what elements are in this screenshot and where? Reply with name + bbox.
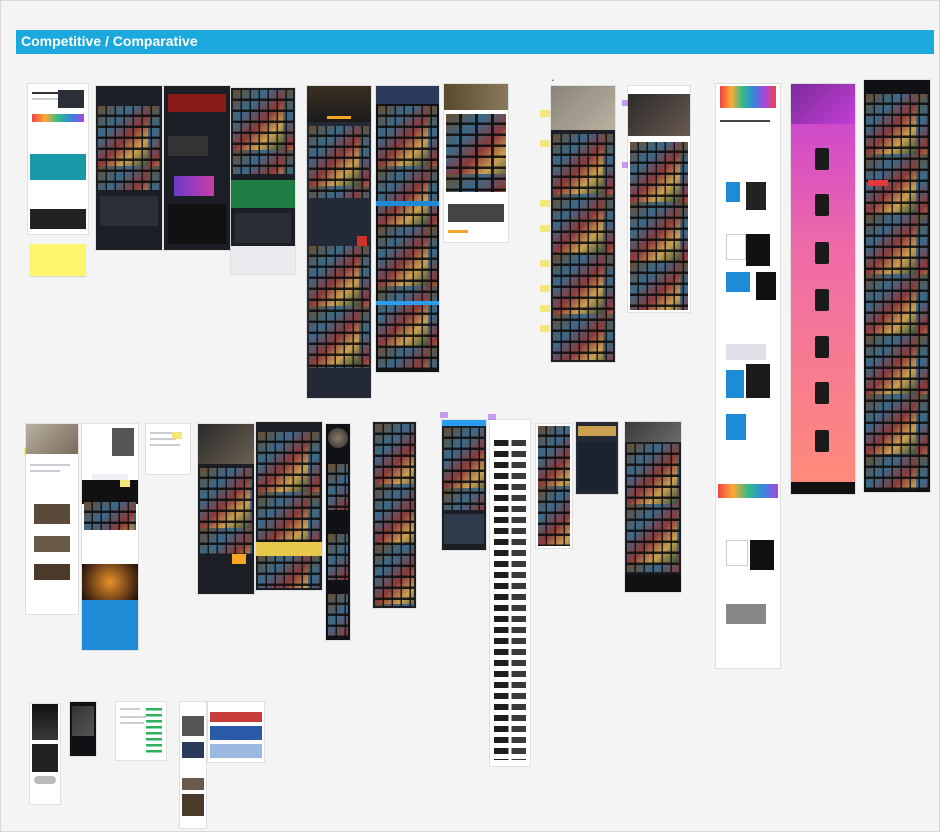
screenshot-frame[interactable] [326,424,350,640]
sticky-note[interactable] [540,285,550,292]
screenshot-frame[interactable] [791,84,855,494]
screenshot-frame[interactable] [576,422,618,494]
screenshot-frame[interactable] [490,420,530,766]
sticky-note[interactable] [440,412,448,418]
screenshot-frame[interactable] [208,702,264,762]
screenshot-frame[interactable] [716,84,780,668]
screenshot-frame[interactable] [444,84,508,242]
section-title: Competitive / Comparative [21,33,198,49]
screenshot-frame[interactable] [70,702,96,756]
screenshot-frame[interactable] [442,420,486,550]
screenshot-frame[interactable] [551,86,615,362]
screenshot-frame[interactable] [373,422,416,608]
section-header: Competitive / Comparative [16,30,934,54]
screenshot-frame[interactable] [180,702,206,828]
screenshot-frame[interactable] [28,84,88,234]
sticky-note[interactable] [540,325,550,332]
screenshot-frame[interactable] [376,86,439,372]
whiteboard-canvas[interactable]: Competitive / Comparative • [0,0,940,832]
screenshot-frame[interactable] [82,424,138,650]
screenshot-frame[interactable] [116,702,166,760]
screenshot-frame[interactable] [231,88,295,274]
screenshot-frame[interactable] [536,424,572,548]
screenshot-frame[interactable] [164,86,230,250]
sticky-note[interactable] [540,305,550,312]
screenshot-frame[interactable] [198,424,254,594]
screenshot-frame[interactable] [256,422,322,590]
screenshot-frame[interactable] [628,86,690,312]
sticky-note[interactable] [120,480,130,487]
sticky-note[interactable] [172,432,182,439]
sticky-note[interactable] [540,140,550,147]
screenshot-frame[interactable] [26,424,78,614]
screenshot-frame[interactable] [30,704,60,804]
sticky-note[interactable] [30,244,86,276]
sticky-note[interactable] [540,260,550,267]
screenshot-frame[interactable] [864,80,930,492]
sticky-note[interactable] [540,225,550,232]
frame-label: • [552,78,554,84]
sticky-note[interactable] [540,110,550,117]
sticky-note[interactable] [540,200,550,207]
screenshot-frame[interactable] [146,424,190,474]
screenshot-frame[interactable] [96,86,162,250]
screenshot-frame[interactable] [625,422,681,592]
screenshot-frame[interactable] [307,86,371,398]
